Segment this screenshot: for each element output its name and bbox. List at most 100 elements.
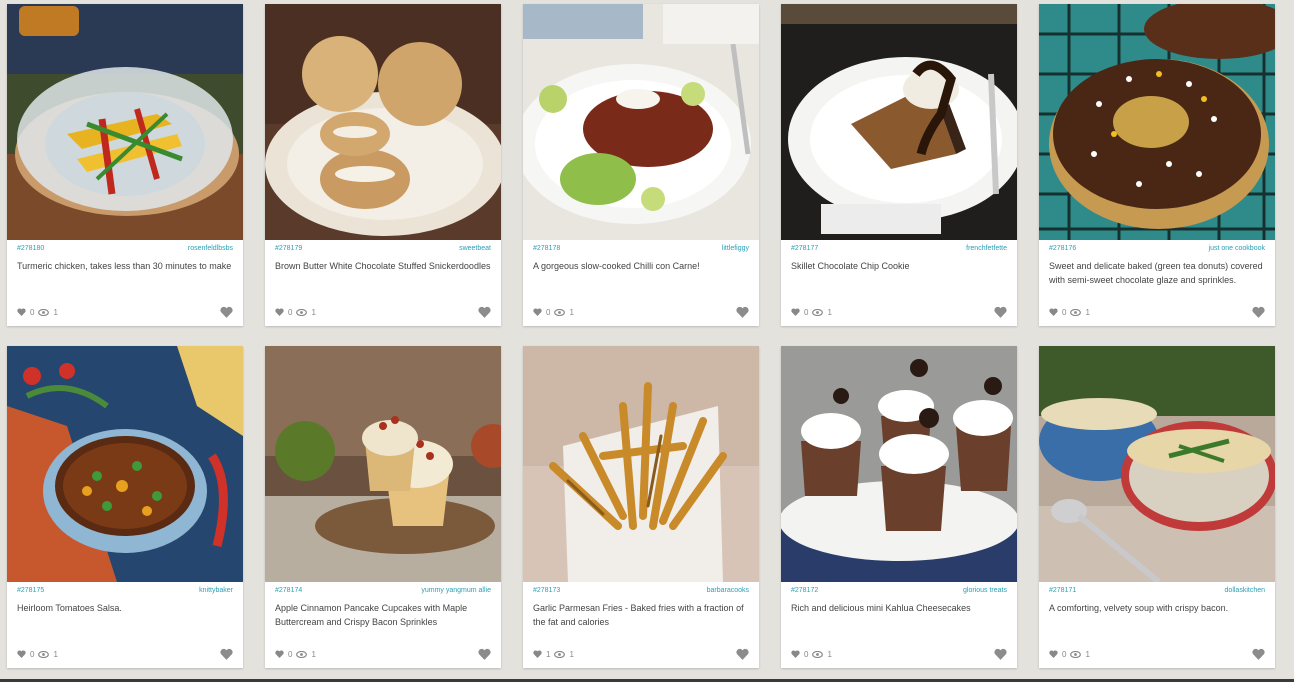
recipe-author-link[interactable]: just one cookbook (1209, 245, 1265, 252)
favorite-heart-icon[interactable] (478, 648, 491, 660)
recipe-author-link[interactable]: littlefiggy (722, 245, 749, 252)
recipe-author-link[interactable]: rosenfeldlbsbs (188, 245, 233, 252)
heart-icon (533, 650, 542, 658)
views-count: 1 (53, 649, 58, 659)
views-count: 1 (1085, 307, 1090, 317)
favorite-heart-icon[interactable] (1252, 648, 1265, 660)
recipe-photo[interactable] (265, 346, 501, 582)
recipe-card: #278176 just one cookbook Sweet and deli… (1039, 4, 1275, 326)
eye-icon (1070, 308, 1082, 316)
likes-count: 0 (30, 307, 35, 317)
recipe-card: #278178 littlefiggy A gorgeous slow-cook… (523, 4, 759, 326)
recipe-author-link[interactable]: dollaskitchen (1225, 587, 1265, 594)
recipe-author-link[interactable]: yummy yangmum allie (421, 587, 491, 594)
recipe-author-link[interactable]: sweetbeat (459, 245, 491, 252)
heart-icon (791, 650, 800, 658)
heart-icon (17, 650, 26, 658)
recipe-photo[interactable] (265, 4, 501, 240)
recipe-card: #278171 dollaskitchen A comforting, velv… (1039, 346, 1275, 668)
eye-icon (38, 308, 50, 316)
snickerdoodles-photo (265, 4, 501, 240)
recipe-id-link[interactable]: #278176 (1049, 245, 1076, 252)
cheesecakes-photo (781, 346, 1017, 582)
turmeric-chicken-photo (7, 4, 243, 240)
likes-count: 0 (546, 307, 551, 317)
recipe-id-link[interactable]: #278175 (17, 587, 44, 594)
heart-icon (1049, 650, 1058, 658)
recipe-author-link[interactable]: barbaracooks (707, 587, 749, 594)
recipe-description: A gorgeous slow-cooked Chilli con Carne! (533, 261, 700, 271)
cupcakes-photo (265, 346, 501, 582)
likes-count: 0 (30, 649, 35, 659)
likes-count: 0 (288, 307, 293, 317)
recipe-card: #278180 rosenfeldlbsbs Turmeric chicken,… (7, 4, 243, 326)
favorite-heart-icon[interactable] (994, 306, 1007, 318)
recipe-description: Heirloom Tomatoes Salsa. (17, 603, 122, 613)
favorite-heart-icon[interactable] (220, 306, 233, 318)
eye-icon (296, 308, 308, 316)
recipe-description: Rich and delicious mini Kahlua Cheesecak… (791, 603, 971, 613)
favorite-heart-icon[interactable] (736, 306, 749, 318)
heart-icon (533, 308, 542, 316)
favorite-heart-icon[interactable] (736, 648, 749, 660)
views-count: 1 (569, 307, 574, 317)
chilli-photo (523, 4, 759, 240)
recipe-card: #278177 frenchfetfette Skillet Chocolate… (781, 4, 1017, 326)
views-count: 1 (1085, 649, 1090, 659)
eye-icon (38, 650, 50, 658)
recipe-id-link[interactable]: #278180 (17, 245, 44, 252)
eye-icon (554, 650, 566, 658)
salsa-photo (7, 346, 243, 582)
recipe-photo[interactable] (781, 4, 1017, 240)
likes-count: 0 (804, 649, 809, 659)
recipe-description: Skillet Chocolate Chip Cookie (791, 261, 910, 271)
recipe-photo[interactable] (781, 346, 1017, 582)
recipe-id-link[interactable]: #278178 (533, 245, 560, 252)
recipe-photo[interactable] (1039, 4, 1275, 240)
heart-icon (17, 308, 26, 316)
views-count: 1 (827, 649, 832, 659)
recipe-card: #278172 glorious treats Rich and delicio… (781, 346, 1017, 668)
recipe-photo[interactable] (523, 346, 759, 582)
recipe-id-link[interactable]: #278179 (275, 245, 302, 252)
eye-icon (812, 650, 824, 658)
recipe-card: #278175 knittybaker Heirloom Tomatoes Sa… (7, 346, 243, 668)
recipe-author-link[interactable]: glorious treats (963, 587, 1007, 594)
recipe-id-link[interactable]: #278173 (533, 587, 560, 594)
eye-icon (296, 650, 308, 658)
recipe-photo[interactable] (523, 4, 759, 240)
eye-icon (812, 308, 824, 316)
recipe-grid: #278180 rosenfeldlbsbs Turmeric chicken,… (7, 4, 1275, 668)
favorite-heart-icon[interactable] (994, 648, 1007, 660)
favorite-heart-icon[interactable] (220, 648, 233, 660)
recipe-card: #278174 yummy yangmum allie Apple Cinnam… (265, 346, 501, 668)
recipe-photo[interactable] (7, 4, 243, 240)
skillet-cookie-photo (781, 4, 1017, 240)
recipe-id-link[interactable]: #278172 (791, 587, 818, 594)
recipe-card: #278173 barbaracooks Garlic Parmesan Fri… (523, 346, 759, 668)
recipe-description: Garlic Parmesan Fries - Baked fries with… (533, 603, 744, 627)
heart-icon (275, 308, 284, 316)
recipe-card: #278179 sweetbeat Brown Butter White Cho… (265, 4, 501, 326)
favorite-heart-icon[interactable] (478, 306, 491, 318)
recipe-description: Brown Butter White Chocolate Stuffed Sni… (275, 261, 491, 271)
recipe-author-link[interactable]: frenchfetfette (966, 245, 1007, 252)
likes-count: 1 (546, 649, 551, 659)
views-count: 1 (53, 307, 58, 317)
views-count: 1 (311, 649, 316, 659)
fries-photo (523, 346, 759, 582)
views-count: 1 (569, 649, 574, 659)
recipe-id-link[interactable]: #278174 (275, 587, 302, 594)
likes-count: 0 (804, 307, 809, 317)
recipe-photo[interactable] (1039, 346, 1275, 582)
recipe-photo[interactable] (7, 346, 243, 582)
favorite-heart-icon[interactable] (1252, 306, 1265, 318)
recipe-id-link[interactable]: #278177 (791, 245, 818, 252)
recipe-id-link[interactable]: #278171 (1049, 587, 1076, 594)
likes-count: 0 (1062, 307, 1067, 317)
likes-count: 0 (288, 649, 293, 659)
likes-count: 0 (1062, 649, 1067, 659)
recipe-author-link[interactable]: knittybaker (199, 587, 233, 594)
heart-icon (791, 308, 800, 316)
heart-icon (1049, 308, 1058, 316)
